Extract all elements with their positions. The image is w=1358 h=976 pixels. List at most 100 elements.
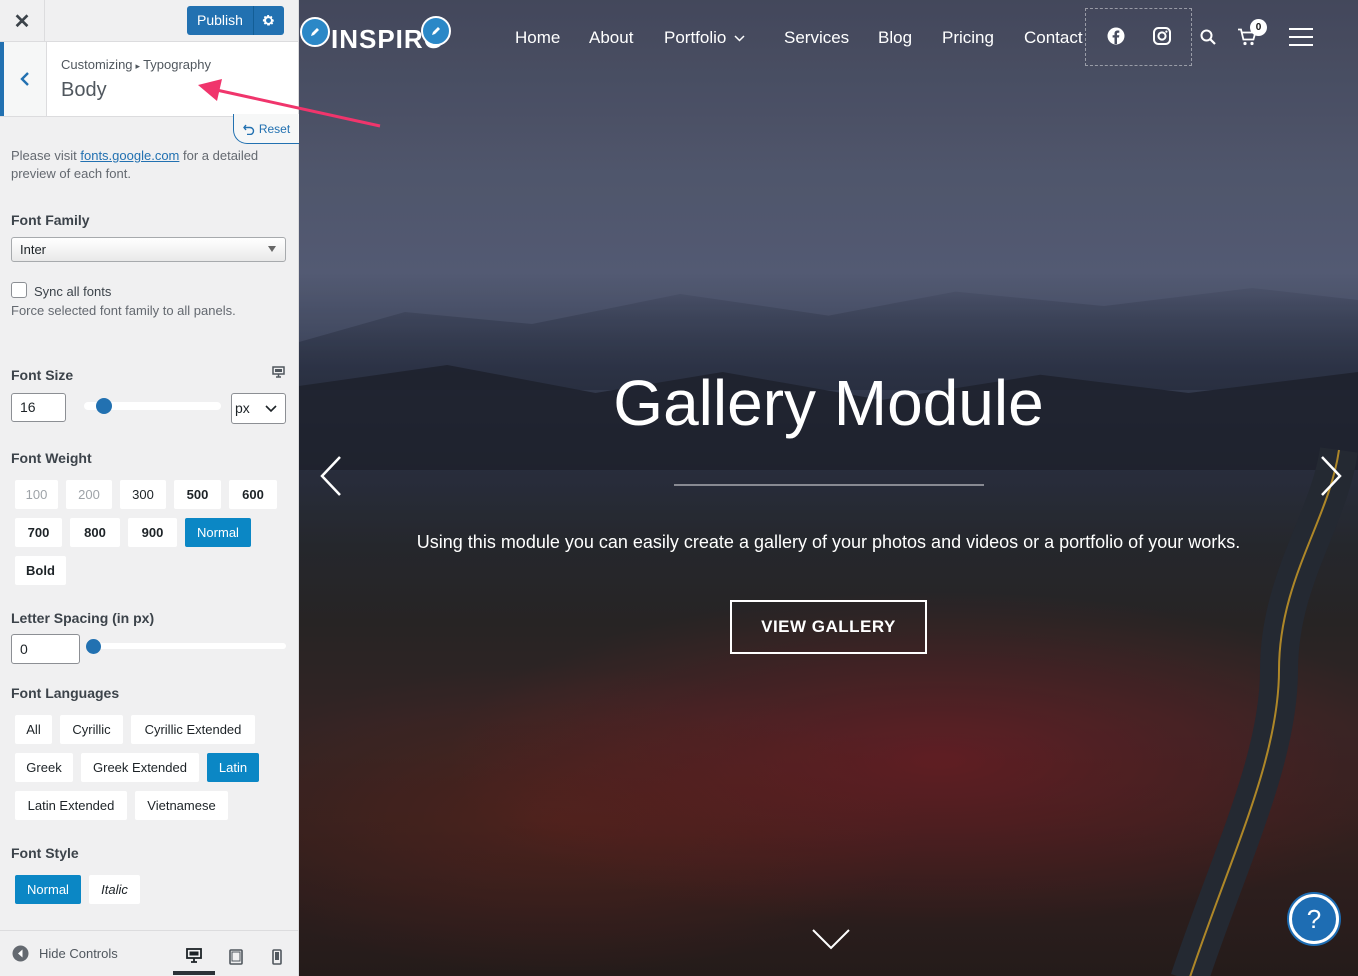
nav-contact-label: Contact	[1024, 28, 1083, 47]
slider-prev-button[interactable]	[319, 455, 343, 502]
customizer-topbar: ✕ Publish	[0, 0, 298, 42]
breadcrumb-separator-icon: ▸	[135, 61, 141, 71]
font-weight-option-normal[interactable]: Normal	[185, 518, 251, 547]
font-style-option-normal[interactable]: Normal	[15, 875, 81, 904]
chevron-down-icon	[734, 34, 745, 42]
font-weight-option-800[interactable]: 800	[70, 518, 120, 547]
font-size-input[interactable]: 16	[11, 393, 66, 422]
instagram-icon[interactable]	[1153, 27, 1171, 50]
edit-shortcut-menu[interactable]	[421, 16, 451, 46]
view-gallery-button[interactable]: VIEW GALLERY	[730, 600, 927, 654]
font-size-unit-value: px	[235, 400, 250, 416]
nav-about-label: About	[589, 28, 634, 47]
chevron-down-icon	[812, 929, 850, 950]
hide-controls-label: Hide Controls	[39, 946, 118, 961]
nav-services[interactable]: Services	[784, 28, 849, 48]
font-weight-option-bold[interactable]: Bold	[15, 556, 66, 585]
font-language-option-greek-extended[interactable]: Greek Extended	[81, 753, 199, 782]
font-weight-option-900[interactable]: 900	[128, 518, 177, 547]
reset-label: Reset	[258, 121, 291, 136]
edit-shortcut-logo[interactable]	[300, 17, 330, 47]
tablet-icon	[229, 949, 243, 965]
back-button[interactable]	[0, 42, 47, 116]
chevron-left-icon	[320, 456, 341, 496]
fonts-help-prefix: Please visit	[11, 148, 81, 163]
letter-spacing-slider-track[interactable]	[88, 643, 286, 649]
nav-about[interactable]: About	[589, 28, 633, 48]
hero-subtitle: Using this module you can easily create …	[416, 532, 1241, 552]
section-title: Body	[61, 79, 107, 101]
nav-home[interactable]: Home	[515, 28, 560, 48]
responsive-device-toggle[interactable]	[272, 365, 285, 383]
breadcrumb-parent: Customizing	[61, 57, 133, 72]
publish-group: Publish	[187, 6, 284, 35]
hero-divider	[674, 484, 984, 486]
site-preview: INSPIRO Home About Portfolio Services Bl…	[299, 0, 1358, 976]
font-weight-option-100[interactable]: 100	[15, 480, 58, 509]
sync-fonts-checkbox[interactable]	[11, 282, 27, 298]
gear-icon	[263, 14, 275, 26]
nav-portfolio[interactable]: Portfolio	[664, 28, 745, 48]
help-button[interactable]: ?	[1289, 894, 1339, 944]
nav-pricing-label: Pricing	[942, 28, 994, 47]
nav-blog[interactable]: Blog	[878, 28, 912, 48]
sync-fonts-label: Sync all fonts	[34, 284, 112, 299]
scroll-down-button[interactable]	[811, 928, 851, 955]
dropdown-caret-icon	[268, 246, 276, 252]
font-size-slider-handle[interactable]	[96, 398, 112, 414]
font-family-select[interactable]: Inter	[11, 237, 286, 262]
hide-controls-button[interactable]: Hide Controls	[12, 945, 118, 962]
font-weight-label: Font Weight	[11, 450, 92, 466]
mobile-icon	[272, 949, 282, 965]
sync-fonts-help: Force selected font family to all panels…	[11, 303, 236, 318]
font-size-unit-select[interactable]: px	[231, 393, 286, 424]
font-weight-option-600[interactable]: 600	[229, 480, 277, 509]
chevron-left-icon	[20, 72, 29, 86]
font-language-option-vietnamese[interactable]: Vietnamese	[135, 791, 228, 820]
font-style-label: Font Style	[11, 845, 79, 861]
font-size-label: Font Size	[11, 367, 74, 383]
font-language-option-cyrillic-extended[interactable]: Cyrillic Extended	[131, 715, 255, 744]
font-weight-option-200[interactable]: 200	[66, 480, 112, 509]
hero-overlay	[299, 0, 1358, 976]
nav-contact[interactable]: Contact	[1024, 28, 1083, 48]
nav-home-label: Home	[515, 28, 561, 47]
fonts-help-text: Please visit fonts.google.com for a deta…	[11, 147, 291, 183]
breadcrumb-current: Typography	[143, 57, 211, 72]
font-weight-option-700[interactable]: 700	[15, 518, 62, 547]
letter-spacing-input[interactable]: 0	[11, 634, 80, 664]
font-language-option-latin-extended[interactable]: Latin Extended	[15, 791, 127, 820]
slider-next-button[interactable]	[1319, 455, 1343, 502]
letter-spacing-label: Letter Spacing (in px)	[11, 610, 155, 626]
search-icon[interactable]	[1200, 29, 1216, 50]
hamburger-line-icon	[1289, 36, 1313, 38]
social-widget-outline	[1085, 8, 1192, 66]
font-language-option-all[interactable]: All	[15, 715, 52, 744]
nav-services-label: Services	[784, 28, 850, 47]
font-weight-option-300[interactable]: 300	[120, 480, 166, 509]
facebook-icon[interactable]	[1107, 27, 1125, 50]
pencil-icon	[432, 27, 440, 35]
font-family-value: Inter	[20, 242, 47, 257]
undo-icon	[242, 124, 254, 135]
nav-pricing[interactable]: Pricing	[942, 28, 994, 48]
preview-tablet-button[interactable]	[215, 939, 257, 975]
publish-settings-button[interactable]	[253, 6, 284, 35]
breadcrumb: Customizing ▸ Typography	[61, 57, 211, 72]
close-customizer-button[interactable]: ✕	[0, 0, 45, 42]
font-language-option-greek[interactable]: Greek	[15, 753, 73, 782]
reset-button[interactable]: Reset	[233, 114, 299, 144]
font-style-option-italic[interactable]: Italic	[89, 875, 140, 904]
section-header: Customizing ▸ Typography Body	[0, 42, 298, 117]
font-language-option-latin[interactable]: Latin	[207, 753, 259, 782]
preview-desktop-button[interactable]	[173, 939, 215, 975]
preview-mobile-button[interactable]	[256, 939, 298, 975]
font-language-option-cyrillic[interactable]: Cyrillic	[60, 715, 123, 744]
font-weight-option-500[interactable]: 500	[174, 480, 221, 509]
publish-button[interactable]: Publish	[187, 6, 254, 35]
letter-spacing-slider-handle[interactable]	[86, 639, 101, 654]
google-fonts-link[interactable]: fonts.google.com	[80, 148, 179, 163]
hamburger-menu-button[interactable]	[1289, 28, 1313, 46]
collapse-arrow-icon	[12, 945, 29, 962]
nav-blog-label: Blog	[878, 28, 913, 47]
